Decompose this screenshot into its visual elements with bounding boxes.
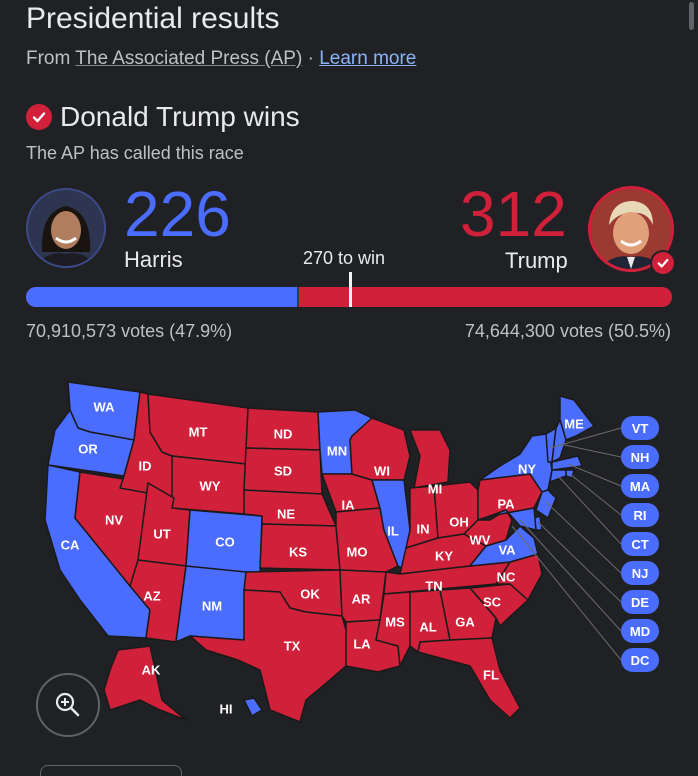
state-label-nd: ND: [274, 426, 293, 441]
state-label-ky: KY: [435, 548, 453, 563]
harris-avatar: [26, 188, 106, 268]
state-label-tn: TN: [425, 578, 442, 593]
state-label-tx: TX: [284, 638, 301, 653]
state-label-ne: NE: [277, 506, 295, 521]
state-fl[interactable]: [417, 637, 521, 719]
small-state-pill-nh[interactable]: NH: [621, 445, 659, 469]
state-ak[interactable]: [103, 645, 187, 721]
state-label-ks: KS: [289, 544, 307, 559]
state-label-in: IN: [417, 521, 430, 536]
leader-line-ct: [557, 475, 622, 545]
state-label-mt: MT: [189, 424, 208, 439]
leader-line-nh: [559, 443, 622, 458]
state-label-ca: CA: [61, 537, 80, 552]
state-label-mn: MN: [327, 443, 347, 458]
source-prefix: From: [26, 48, 71, 69]
source-line: From The Associated Press (AP) · Learn m…: [26, 48, 416, 70]
us-electoral-map[interactable]: WA OR CA NV ID MT WY UT CO AZ NM ND SD NE KS OK TX MN IA MO…: [0, 370, 698, 730]
checkmark-icon: [26, 104, 52, 130]
state-label-il: IL: [387, 523, 399, 538]
state-label-nc: NC: [497, 569, 516, 584]
state-label-wi: WI: [374, 463, 390, 478]
state-label-ny: NY: [518, 461, 536, 476]
state-label-va: VA: [498, 542, 516, 557]
state-label-ut: UT: [153, 526, 170, 541]
page-title: Presidential results: [26, 2, 280, 35]
threshold-label: 270 to win: [303, 248, 386, 268]
state-label-wv: WV: [470, 532, 491, 547]
state-label-ms: MS: [385, 614, 405, 629]
state-label-la: LA: [353, 636, 371, 651]
harris-bar-fill: [26, 287, 298, 307]
bar-separator: [297, 287, 300, 307]
trump-electoral-votes: 312: [460, 178, 567, 250]
small-state-pill-vt[interactable]: VT: [621, 416, 659, 440]
zoom-in-icon: [55, 692, 80, 717]
race-called-text: The AP has called this race: [26, 143, 244, 163]
bottom-card-edge: [40, 765, 182, 776]
state-label-hi: HI: [220, 701, 233, 716]
state-label-mo: MO: [347, 544, 368, 559]
small-state-pill-ma[interactable]: MA: [621, 474, 659, 498]
state-label-nm: NM: [202, 598, 222, 613]
state-label-sc: SC: [483, 594, 502, 609]
state-label-me: ME: [564, 416, 584, 431]
state-label-mi: MI: [428, 481, 442, 496]
small-state-pill-md[interactable]: MD: [621, 619, 659, 643]
state-label-fl: FL: [483, 667, 499, 682]
leader-line-nj: [545, 501, 622, 574]
state-label-or: OR: [78, 441, 98, 456]
harris-name: Harris: [124, 247, 183, 272]
winner-checkmark-icon: [650, 250, 676, 276]
state-label-ar: AR: [352, 591, 371, 606]
harris-electoral-votes: 226: [124, 178, 231, 250]
state-label-ok: OK: [300, 586, 320, 601]
state-label-az: AZ: [143, 588, 160, 603]
state-hi[interactable]: [243, 697, 263, 717]
state-label-al: AL: [419, 619, 436, 634]
winner-text: Donald Trump wins: [60, 101, 300, 132]
learn-more-link[interactable]: Learn more: [319, 48, 416, 69]
state-label-nv: NV: [105, 512, 123, 527]
small-state-pill-nj[interactable]: NJ: [621, 561, 659, 585]
trump-popular-votes: 74,644,300 votes (50.5%): [464, 321, 671, 341]
small-state-pill-ct[interactable]: CT: [621, 532, 659, 556]
small-state-pill-de[interactable]: DE: [621, 590, 659, 614]
leader-line-ma: [567, 463, 622, 487]
state-label-pa: PA: [497, 496, 515, 511]
small-state-pill-dc[interactable]: DC: [621, 648, 659, 672]
state-mi[interactable]: [409, 429, 451, 489]
state-label-wy: WY: [200, 478, 221, 493]
threshold-marker: [349, 272, 353, 307]
state-label-ia: IA: [342, 497, 356, 512]
state-label-oh: OH: [449, 514, 469, 529]
state-label-sd: SD: [274, 463, 292, 478]
ap-source-link[interactable]: The Associated Press (AP): [75, 48, 302, 69]
separator: ·: [307, 48, 314, 69]
winner-heading: Donald Trump wins: [26, 101, 300, 133]
trump-name: Trump: [505, 248, 568, 273]
small-state-pill-ri[interactable]: RI: [621, 503, 659, 527]
state-label-wa: WA: [94, 399, 116, 414]
state-label-ak: AK: [142, 662, 161, 677]
state-label-id: ID: [139, 458, 152, 473]
state-label-ga: GA: [455, 614, 475, 629]
scrollbar-thumb[interactable]: [689, 2, 694, 30]
map-zoom-button[interactable]: [36, 673, 100, 737]
harris-popular-votes: 70,910,573 votes (47.9%): [26, 321, 233, 341]
leader-line-ri: [569, 473, 622, 516]
state-label-co: CO: [215, 534, 235, 549]
